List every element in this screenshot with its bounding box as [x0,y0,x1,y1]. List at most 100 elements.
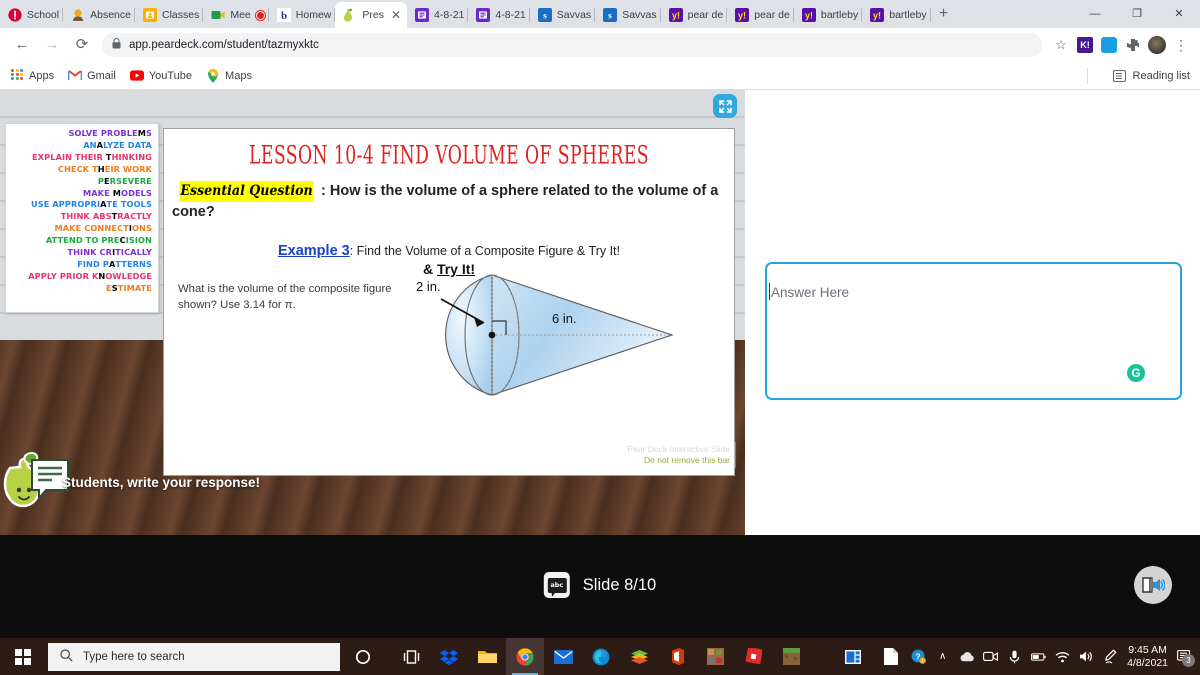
bookmarks-bar: Apps Gmail YouTube Maps Reading list [0,62,1200,90]
browser-tab[interactable]: y! pear de [661,2,728,28]
example-link[interactable]: Example 3 [278,243,350,259]
savvas-icon: s [603,8,618,22]
close-tab-button[interactable]: ✕ [389,9,403,21]
reading-list-button[interactable]: Reading list [1113,69,1190,83]
media-player-icon[interactable] [834,638,872,675]
avatar[interactable] [1146,34,1168,56]
minecraft-icon[interactable] [772,638,810,675]
maximize-button[interactable]: ❐ [1116,0,1158,28]
roblox-icon[interactable] [734,638,772,675]
clock-date: 4/8/2021 [1127,656,1168,669]
svg-text:b: b [281,10,287,22]
poster-line: USE APPROPRIATE TOOLS [30,199,152,210]
poster-line: SOLVE PROBLEMS [68,128,152,138]
office-icon[interactable] [658,638,696,675]
grammarly-icon[interactable]: G [1127,364,1145,382]
browser-tab[interactable]: 4-8-21 [468,2,530,28]
bookmark-maps[interactable]: Maps [206,68,252,83]
notification-badge: 3 [1182,654,1195,667]
search-icon [60,648,73,665]
browser-tab[interactable]: y! bartleby [794,2,863,28]
camera-icon[interactable] [983,649,999,664]
start-button[interactable] [0,638,46,675]
tab-label: pear de [687,9,724,21]
reading-list-icon [1113,69,1127,83]
poster-line: EXPLAIN THEIR THINKING [32,151,152,162]
browser-tab[interactable]: Absence [63,2,135,28]
figure-radius-label: 2 in. [416,279,441,294]
chevron-up-icon[interactable]: ∧ [935,649,950,664]
back-icon[interactable]: ← [8,31,36,59]
bookmark-label: Maps [225,69,252,82]
poster-line: ATTEND TO PRECISION [45,235,152,246]
new-tab-button[interactable]: + [931,2,957,28]
poster-line: MAKE CONNECTIONS [54,223,152,234]
notifications-button[interactable]: 3 [1177,649,1195,667]
pen-icon[interactable] [1103,649,1118,664]
poster-line: THINK CRITICALLY [67,247,152,258]
browser-tab[interactable]: Pres ✕ [335,2,408,28]
address-bar[interactable]: app.peardeck.com/student/tazmyxktc [102,33,1042,57]
essential-question: Essential Question: How is the volume of… [172,181,724,223]
edge-icon[interactable] [582,638,620,675]
presentation-slide: LESSON 10-4 FIND VOLUME OF SPHERES Essen… [163,128,736,476]
minecraft-build-icon[interactable] [696,638,734,675]
bookmark-apps[interactable]: Apps [10,68,54,83]
browser-tab[interactable]: y! pear de [727,2,794,28]
taskbar-search-input[interactable]: Type here to search [48,642,340,671]
svg-text:y!: y! [873,10,881,20]
poster-line: ANALYZE DATA [83,139,152,150]
volume-icon[interactable] [1079,649,1094,664]
expand-slide-button[interactable] [713,94,737,118]
tab-label: Homew [295,9,332,21]
chrome-icon[interactable] [506,638,544,675]
minimize-button[interactable]: — [1074,0,1116,28]
taskbar-apps [392,638,910,675]
tab-label: Savvas [556,9,592,21]
poster-line: FIND PATTERNS [77,258,152,269]
wifi-icon[interactable] [1055,649,1070,664]
bookmark-youtube[interactable]: YouTube [129,69,193,83]
file-explorer-icon[interactable] [468,638,506,675]
task-view-icon[interactable] [392,638,430,675]
browser-tab[interactable]: Classes [135,2,204,28]
answer-input[interactable]: G [765,262,1182,400]
close-window-button[interactable]: ✕ [1158,0,1200,28]
absence-icon [71,8,85,22]
microphone-icon[interactable] [1007,649,1022,664]
chrome-menu-icon[interactable]: ⋮ [1170,34,1192,56]
mail-icon[interactable] [544,638,582,675]
browser-tab[interactable]: Mee [203,2,269,28]
browser-tab[interactable]: s Savvas [530,2,596,28]
browser-tab[interactable]: s Savvas [595,2,661,28]
browser-tab[interactable]: 4-8-21 [407,2,469,28]
immersive-reader-button[interactable] [1134,566,1172,604]
bookmark-gmail[interactable]: Gmail [68,69,116,83]
bookmark-star-icon[interactable]: ☆ [1050,34,1072,56]
tab-label: pear de [754,9,790,21]
browser-tab[interactable]: b Homew [269,2,336,28]
kahoot-extension-icon[interactable]: K! [1074,34,1096,56]
seesaw-icon[interactable] [620,638,658,675]
cortana-button[interactable] [344,638,382,675]
document-icon[interactable] [872,638,910,675]
bartleby-icon: b [276,8,291,22]
browser-tab[interactable]: y! bartleby [862,2,931,28]
onedrive-icon[interactable] [959,649,974,664]
clock[interactable]: 9:45 AM 4/8/2021 [1127,644,1168,670]
essential-question-tag: Essential Question [179,181,314,202]
students-write-prompt: Students, write your response! [62,475,261,490]
browser-tab[interactable]: School [0,2,64,28]
forward-icon[interactable]: → [38,31,66,59]
question-text: What is the volume of the composite figu… [178,283,392,311]
tab-label: Pres [362,9,384,21]
help-icon[interactable]: ?! [911,649,926,664]
tab-label: Savvas [622,9,657,21]
battery-icon[interactable] [1031,649,1046,664]
svg-text:s: s [543,12,547,22]
bookmark-label: YouTube [148,69,193,82]
blue-extension-icon[interactable] [1098,34,1120,56]
puzzle-extension-icon[interactable] [1122,34,1144,56]
dropbox-icon[interactable] [430,638,468,675]
reload-icon[interactable]: ⟳ [68,31,96,59]
